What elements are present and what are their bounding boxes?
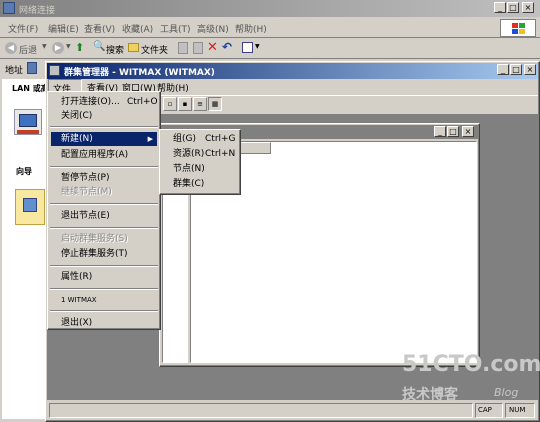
outer-minimize-button[interactable]: _ <box>494 2 506 13</box>
submenu-resource-label: 资源(R) <box>173 149 205 159</box>
delete-icon[interactable]: ✕ <box>207 40 218 55</box>
menu-open-connection-label: 打开连接(O)... <box>61 97 120 107</box>
menu-evict-node[interactable]: 退出节点(E) <box>51 210 157 222</box>
cluster-maximize-button[interactable]: □ <box>510 64 522 75</box>
submenu-group[interactable]: 组(G) Ctrl+G <box>163 132 237 147</box>
cluster-minimize-button[interactable]: _ <box>497 64 509 75</box>
views-dropdown-icon[interactable]: ▼ <box>255 43 260 50</box>
outer-menu-help[interactable]: 帮助(H) <box>235 22 267 35</box>
submenu-node[interactable]: 节点(N) <box>163 162 237 177</box>
search-button-label[interactable]: 搜索 <box>106 43 124 56</box>
menu-pause-node[interactable]: 暂停节点(P) <box>51 172 157 184</box>
address-label: 地址 <box>5 66 24 76</box>
wizard-heading: 向导 <box>16 167 32 176</box>
outer-menu-file[interactable]: 文件(F) <box>8 22 38 35</box>
outer-title-bar[interactable]: 网络连接 _ □ × <box>0 0 540 17</box>
outer-menu-favorites[interactable]: 收藏(A) <box>122 22 153 35</box>
forward-dropdown-icon[interactable]: ▼ <box>66 43 71 50</box>
cluster-app-icon <box>49 65 60 76</box>
menu-exit[interactable]: 退出(X) <box>51 317 157 329</box>
submenu-arrow-icon: ▶ <box>147 135 153 143</box>
address-field-icon <box>27 62 37 74</box>
menu-separator <box>50 265 158 267</box>
move-to-icon[interactable] <box>178 42 188 54</box>
outer-menu-advanced[interactable]: 高级(N) <box>197 22 229 35</box>
back-arrow-icon[interactable]: ◀ <box>5 42 17 54</box>
forward-arrow-icon[interactable]: ▶ <box>52 42 64 54</box>
back-dropdown-icon[interactable]: ▼ <box>42 43 47 50</box>
small-icons-button[interactable]: ▪ <box>178 97 192 111</box>
copy-to-icon[interactable] <box>193 42 203 54</box>
outer-menu-view[interactable]: 查看(V) <box>84 22 115 35</box>
undo-icon[interactable]: ↶ <box>222 40 232 54</box>
back-button-label[interactable]: 后退 <box>19 43 37 56</box>
watermark-subtitle: 技术博客 <box>402 387 458 403</box>
new-submenu: 组(G) Ctrl+G 资源(R) Ctrl+N 节点(N) 群集(C) <box>159 129 241 195</box>
outer-menu-edit[interactable]: 编辑(E) <box>48 22 79 35</box>
submenu-resource[interactable]: 资源(R) Ctrl+N <box>163 147 237 162</box>
menu-separator <box>50 166 158 168</box>
network-icon <box>3 2 15 14</box>
wizard-icon[interactable] <box>15 189 45 225</box>
cluster-menu-help[interactable]: 帮助(H) <box>157 81 189 94</box>
menu-separator <box>50 126 158 128</box>
outer-maximize-button[interactable]: □ <box>507 2 519 13</box>
menu-open-connection[interactable]: 打开连接(O)... Ctrl+O <box>51 96 158 108</box>
menu-new-label: 新建(N) <box>61 134 93 144</box>
windows-logo-icon <box>500 19 536 37</box>
views-icon[interactable] <box>242 42 253 53</box>
menu-recent-witmax[interactable]: 1 WITMAX <box>51 294 157 306</box>
outer-close-button[interactable]: × <box>522 2 534 13</box>
menu-stop-cluster-service[interactable]: 停止群集服务(T) <box>51 248 157 260</box>
folders-icon[interactable] <box>128 43 139 52</box>
outer-left-pane: LAN 或高 向导 <box>2 79 50 419</box>
menu-separator <box>50 288 158 290</box>
cluster-close-button[interactable]: × <box>524 64 536 75</box>
menu-configure-application[interactable]: 配置应用程序(A) <box>51 149 157 161</box>
list-view-button[interactable]: ≡ <box>193 97 207 111</box>
search-icon[interactable]: 🔍 <box>93 41 105 52</box>
folders-button-label[interactable]: 文件夹 <box>141 43 168 56</box>
large-icons-button[interactable]: ▫ <box>163 97 177 111</box>
child-close-button[interactable]: × <box>462 126 474 137</box>
menu-start-cluster-service: 启动群集服务(S) <box>61 234 128 244</box>
file-dropdown-menu: 打开连接(O)... Ctrl+O 关闭(C) 新建(N) ▶ 配置应用程序(A… <box>47 91 161 330</box>
menu-resume-node: 继续节点(M) <box>61 187 112 197</box>
cluster-title-bar[interactable]: 群集管理器 - WITMAX (WITMAX) _ □ × <box>47 63 538 79</box>
outer-menu-tools[interactable]: 工具(T) <box>160 22 191 35</box>
menu-new[interactable]: 新建(N) ▶ <box>51 132 157 146</box>
watermark-blog: Blog <box>494 386 519 399</box>
lan-heading: LAN 或高 <box>12 84 49 93</box>
outer-toolbar: ◀ 后退 ▼ ▶ ▼ ⬆ 🔍 搜索 文件夹 ✕ ↶ ▼ <box>0 39 540 59</box>
submenu-group-label: 组(G) <box>173 134 196 144</box>
menu-separator <box>50 310 158 312</box>
details-view-button[interactable]: ▦ <box>208 97 222 111</box>
menu-open-connection-shortcut: Ctrl+O <box>127 97 158 107</box>
child-minimize-button[interactable]: _ <box>434 126 446 137</box>
watermark-brand: 51CTO.com <box>402 352 540 377</box>
cluster-window-title: 群集管理器 - WITMAX (WITMAX) <box>64 68 215 78</box>
menu-separator <box>50 203 158 205</box>
menu-separator <box>50 227 158 229</box>
submenu-group-shortcut: Ctrl+G <box>205 134 236 144</box>
outer-menu-bar: 文件(F) 编辑(E) 查看(V) 收藏(A) 工具(T) 高级(N) 帮助(H… <box>0 18 540 38</box>
lan-connection-icon[interactable] <box>14 109 42 135</box>
up-folder-icon[interactable]: ⬆ <box>75 41 84 54</box>
child-maximize-button[interactable]: □ <box>447 126 459 137</box>
menu-close[interactable]: 关闭(C) <box>51 110 157 122</box>
submenu-resource-shortcut: Ctrl+N <box>205 149 236 159</box>
watermark: 51CTO.com 技术博客 Blog <box>398 352 540 412</box>
menu-properties[interactable]: 属性(R) <box>51 271 157 283</box>
submenu-cluster[interactable]: 群集(C) <box>163 177 237 192</box>
outer-window-title: 网络连接 <box>19 6 56 16</box>
